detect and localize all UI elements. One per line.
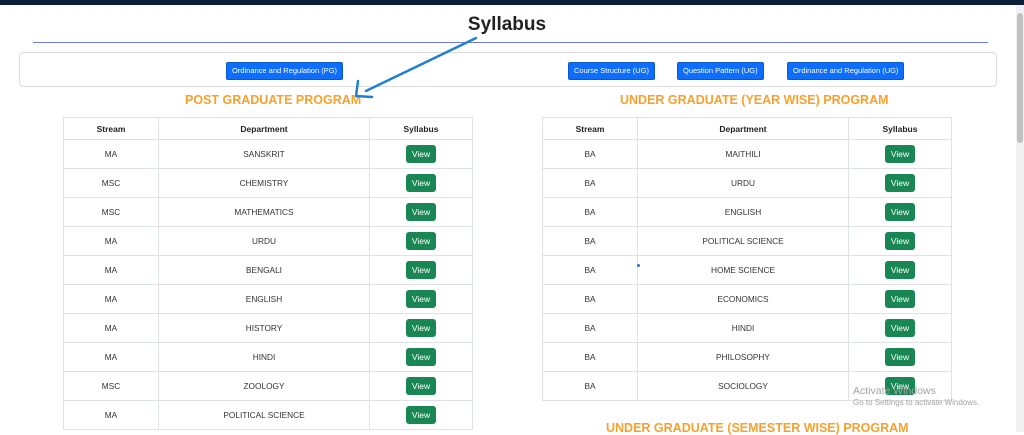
page-scrollbar[interactable] — [1016, 5, 1024, 432]
activate-windows-hint: Go to Settings to activate Windows. — [853, 398, 980, 407]
annotation-arrow-icon — [354, 36, 478, 99]
scrollbar-thumb[interactable] — [1017, 13, 1023, 143]
activate-windows-watermark: Activate Windows — [853, 385, 936, 397]
stray-dot — [637, 264, 640, 267]
